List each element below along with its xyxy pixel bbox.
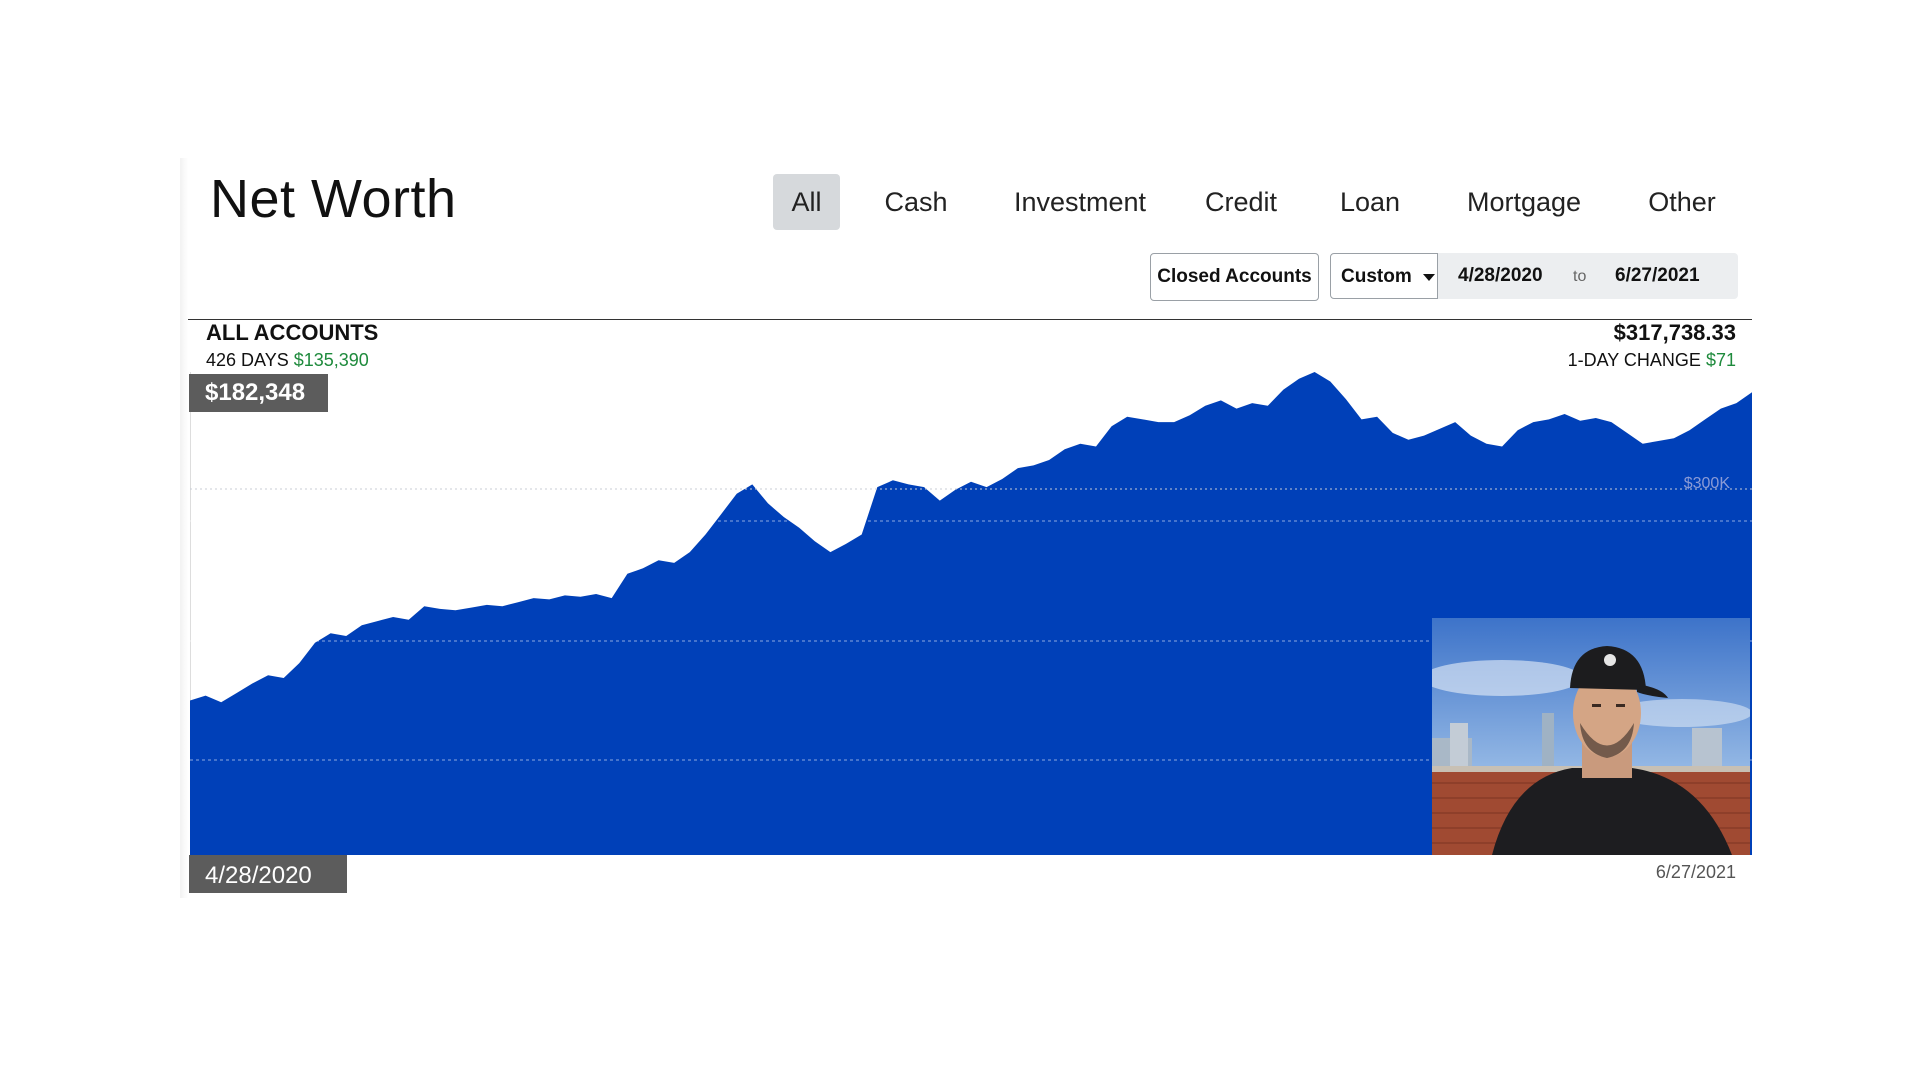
tab-investment[interactable]: Investment (1000, 174, 1160, 230)
date-range: 4/28/2020 to 6/27/2021 (1438, 253, 1738, 299)
page-title: Net Worth (210, 169, 457, 229)
date-end-field[interactable]: 6/27/2021 (1615, 253, 1700, 299)
days-change-value: $135,390 (293, 350, 369, 370)
tab-cash[interactable]: Cash (874, 174, 958, 230)
tab-other[interactable]: Other (1640, 174, 1724, 230)
days-summary: 426 DAYS $135,390 (206, 350, 369, 371)
start-value-tag: $182,348 (189, 374, 328, 412)
divider (188, 319, 1752, 320)
start-date-tag: 4/28/2020 (189, 855, 347, 893)
tab-credit[interactable]: Credit (1196, 174, 1286, 230)
closed-accounts-button[interactable]: Closed Accounts (1150, 253, 1319, 301)
end-date-label: 6/27/2021 (1655, 862, 1736, 882)
range-select-label: Custom (1341, 266, 1412, 287)
range-select[interactable]: Custom (1330, 253, 1438, 299)
days-label: 426 DAYS (206, 350, 289, 370)
day-change-value: $71 (1705, 350, 1736, 370)
tab-mortgage[interactable]: Mortgage (1454, 174, 1594, 230)
webcam-overlay (1432, 618, 1750, 855)
tab-loan[interactable]: Loan (1330, 174, 1410, 230)
caret-down-icon (1423, 274, 1435, 281)
day-change-label: 1-DAY CHANGE (1567, 350, 1701, 370)
accounts-label: ALL ACCOUNTS (206, 320, 379, 345)
webcam-person-image (1432, 618, 1750, 855)
date-to-label: to (1573, 268, 1587, 285)
date-start-field[interactable]: 4/28/2020 (1458, 253, 1543, 299)
day-change-summary: 1-DAY CHANGE $71 (1568, 350, 1736, 371)
tab-all[interactable]: All (773, 174, 840, 230)
total-value: $317,738.33 (1613, 320, 1736, 345)
gridline-label: $300K (1684, 475, 1731, 492)
